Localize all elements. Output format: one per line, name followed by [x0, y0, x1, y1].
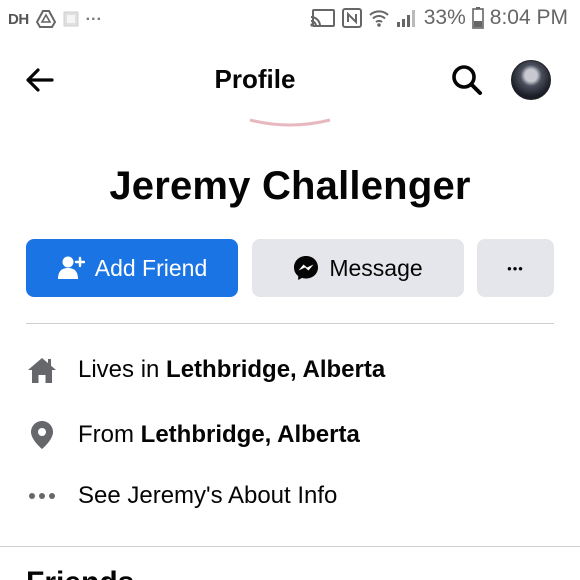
clock: 8:04 PM [489, 6, 568, 29]
message-label: Message [329, 254, 423, 281]
info-row-from: From Lethbridge, Alberta [26, 417, 360, 453]
messenger-icon [293, 255, 319, 281]
wifi-icon [368, 8, 390, 28]
avatar[interactable] [511, 60, 551, 100]
nfc-icon [341, 8, 362, 28]
signal-icon [396, 8, 418, 28]
page-title: Profile [214, 64, 296, 94]
message-button[interactable]: Message [252, 239, 464, 297]
status-bar-right: 33% 8:04 PM [310, 6, 568, 30]
lives-in-prefix: Lives in [78, 356, 167, 383]
add-friend-icon [57, 255, 85, 281]
see-about-info-link[interactable]: See Jeremy's About Info [26, 478, 337, 514]
divider [26, 323, 554, 324]
from-place: Lethbridge, Alberta [140, 421, 360, 448]
top-app-bar: Profile [0, 48, 580, 112]
more-dots-icon: ••• [507, 260, 524, 276]
home-icon [26, 354, 58, 386]
image-icon [63, 11, 79, 27]
add-friend-label: Add Friend [94, 254, 208, 281]
battery-icon [471, 7, 484, 29]
status-bar-left: DH ... [8, 7, 103, 30]
carrier-label: DH [8, 10, 29, 28]
section-divider [0, 546, 580, 547]
search-button[interactable] [446, 60, 488, 100]
add-friend-button[interactable]: Add Friend [26, 239, 238, 297]
profile-photo-edge [249, 118, 331, 127]
lives-in-place: Lethbridge, Alberta [166, 356, 386, 383]
info-row-lives-in: Lives in Lethbridge, Alberta [26, 352, 385, 388]
status-bar: DH ... 33% 8:04 PM [0, 0, 580, 38]
search-icon [452, 65, 482, 95]
more-options-button[interactable]: ••• [477, 239, 554, 297]
more-notifications: ... [85, 7, 103, 24]
friends-section-heading: Friends [26, 566, 134, 580]
more-horizontal-icon [26, 480, 58, 512]
see-about-info-label: See Jeremy's About Info [78, 482, 338, 509]
battery-percent: 33% [423, 6, 466, 29]
location-pin-icon [26, 419, 58, 451]
profile-name: Jeremy Challenger [109, 164, 471, 208]
cast-icon [310, 8, 336, 28]
drive-icon [35, 10, 56, 28]
from-prefix: From [78, 421, 141, 448]
